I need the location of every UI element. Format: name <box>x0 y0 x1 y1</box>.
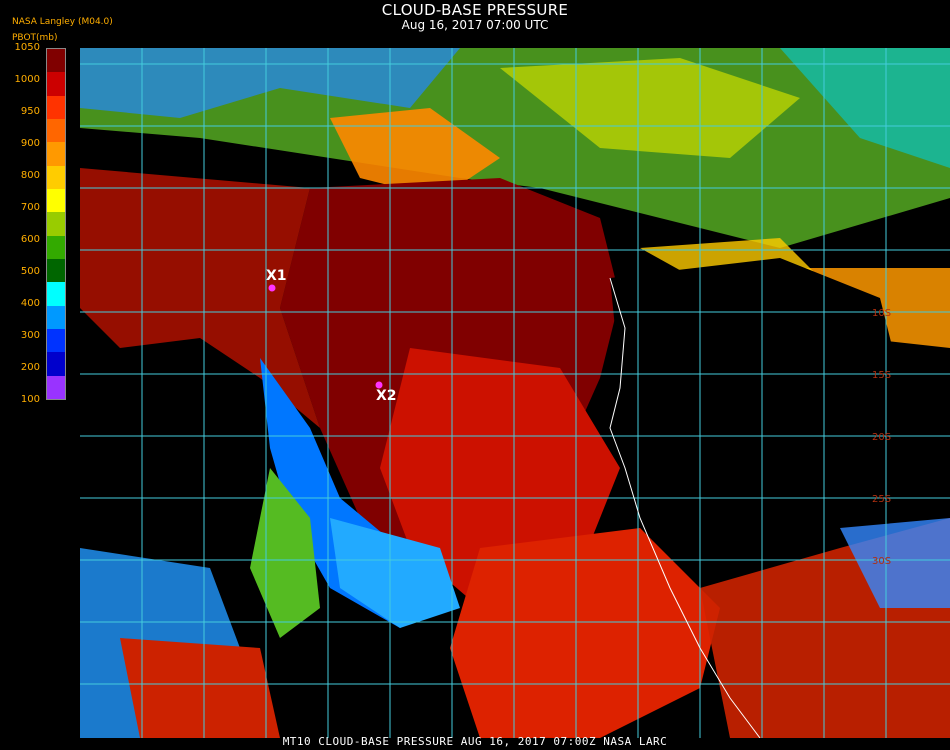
lat-label-15s: 15S <box>872 370 891 381</box>
colorbar-tick-label: 500 <box>20 266 40 277</box>
colorbar-segment <box>47 212 65 236</box>
colorbar-tick-label: 1000 <box>14 74 40 85</box>
colorbar-tick-label: 400 <box>20 298 40 309</box>
colorbar-tick-label: 900 <box>20 138 40 149</box>
map-subtitle: Aug 16, 2017 07:00 UTC <box>401 18 549 32</box>
colorbar-tick-label: 600 <box>20 234 40 245</box>
marker-x1[interactable]: X1 <box>266 268 287 284</box>
lat-label-10s: 10S <box>872 308 891 319</box>
lat-label-25s: 25S <box>872 494 891 505</box>
footer-caption: MT10 CLOUD-BASE PRESSURE AUG 16, 2017 07… <box>282 735 668 748</box>
colorbar <box>46 48 66 400</box>
colorbar-tick-label: 800 <box>20 170 40 181</box>
colorbar-segment <box>47 49 65 73</box>
colorbar-tick-label: 1050 <box>14 42 40 53</box>
colorbar-tick-label: 700 <box>20 202 40 213</box>
colorbar-segment <box>47 95 65 119</box>
marker-x2[interactable]: X2 <box>376 388 397 404</box>
colorbar-segment <box>47 188 65 213</box>
colorbar-segment <box>47 352 65 376</box>
colorbar-tick-label: 300 <box>20 330 40 341</box>
marker-x1-dot <box>268 284 276 292</box>
colorbar-segment <box>47 165 65 189</box>
map-canvas: 10S 15S 20S 25S 30S <box>80 48 950 738</box>
colorbar-tick-label: 950 <box>20 106 40 117</box>
map-title: CLOUD-BASE PRESSURE <box>381 1 569 19</box>
colorbar-segment <box>47 118 65 143</box>
colorbar-segment <box>47 258 65 283</box>
colorbar-segment <box>47 328 65 353</box>
colorbar-segment <box>47 305 65 329</box>
colorbar-segment <box>47 235 65 259</box>
colorbar-tick-label: 200 <box>20 362 40 373</box>
satellite-map[interactable]: 10S 15S 20S 25S 30S X1 X2 <box>80 48 950 738</box>
colorbar-segment <box>47 375 65 399</box>
lat-label-30s: 30S <box>872 556 891 567</box>
colorbar-segment <box>47 142 65 166</box>
lat-label-20s: 20S <box>872 432 891 443</box>
colorbar-tick-label: 100 <box>20 394 40 405</box>
colorbar-segment <box>47 72 65 96</box>
source-label: NASA Langley (M04.0) <box>12 17 113 27</box>
colorbar-segment <box>47 282 65 306</box>
